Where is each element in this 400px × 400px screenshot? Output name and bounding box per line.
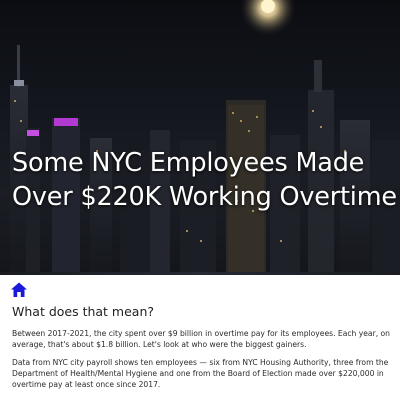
nyc-skyline-image — [10, 0, 400, 275]
article-paragraph: Data from NYC city payroll shows ten emp… — [12, 358, 389, 389]
home-icon[interactable] — [10, 281, 28, 299]
hero-divider — [0, 272, 400, 275]
section-heading: What does that mean? — [12, 304, 155, 319]
article-paragraph: Between 2017-2021, the city spent over $… — [12, 329, 390, 349]
hero-banner: Some NYC Employees Made Over $220K Worki… — [0, 0, 400, 275]
home-icon-glyph — [11, 282, 27, 297]
page-title: Some NYC Employees Made Over $220K Worki… — [12, 148, 397, 212]
